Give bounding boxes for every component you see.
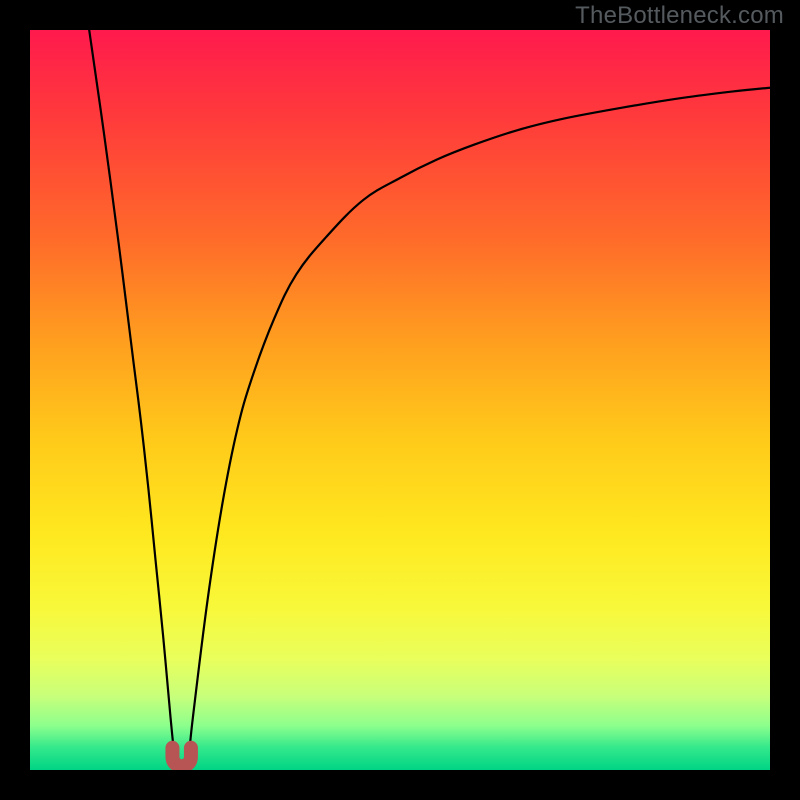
watermark-text: TheBottleneck.com (575, 2, 784, 30)
curve-layer (30, 30, 770, 770)
chart-frame: TheBottleneck.com (0, 0, 800, 800)
curve-left-branch (89, 30, 174, 755)
curve-right-branch (189, 88, 770, 755)
plot-area (30, 30, 770, 770)
trough-marker (172, 748, 191, 767)
